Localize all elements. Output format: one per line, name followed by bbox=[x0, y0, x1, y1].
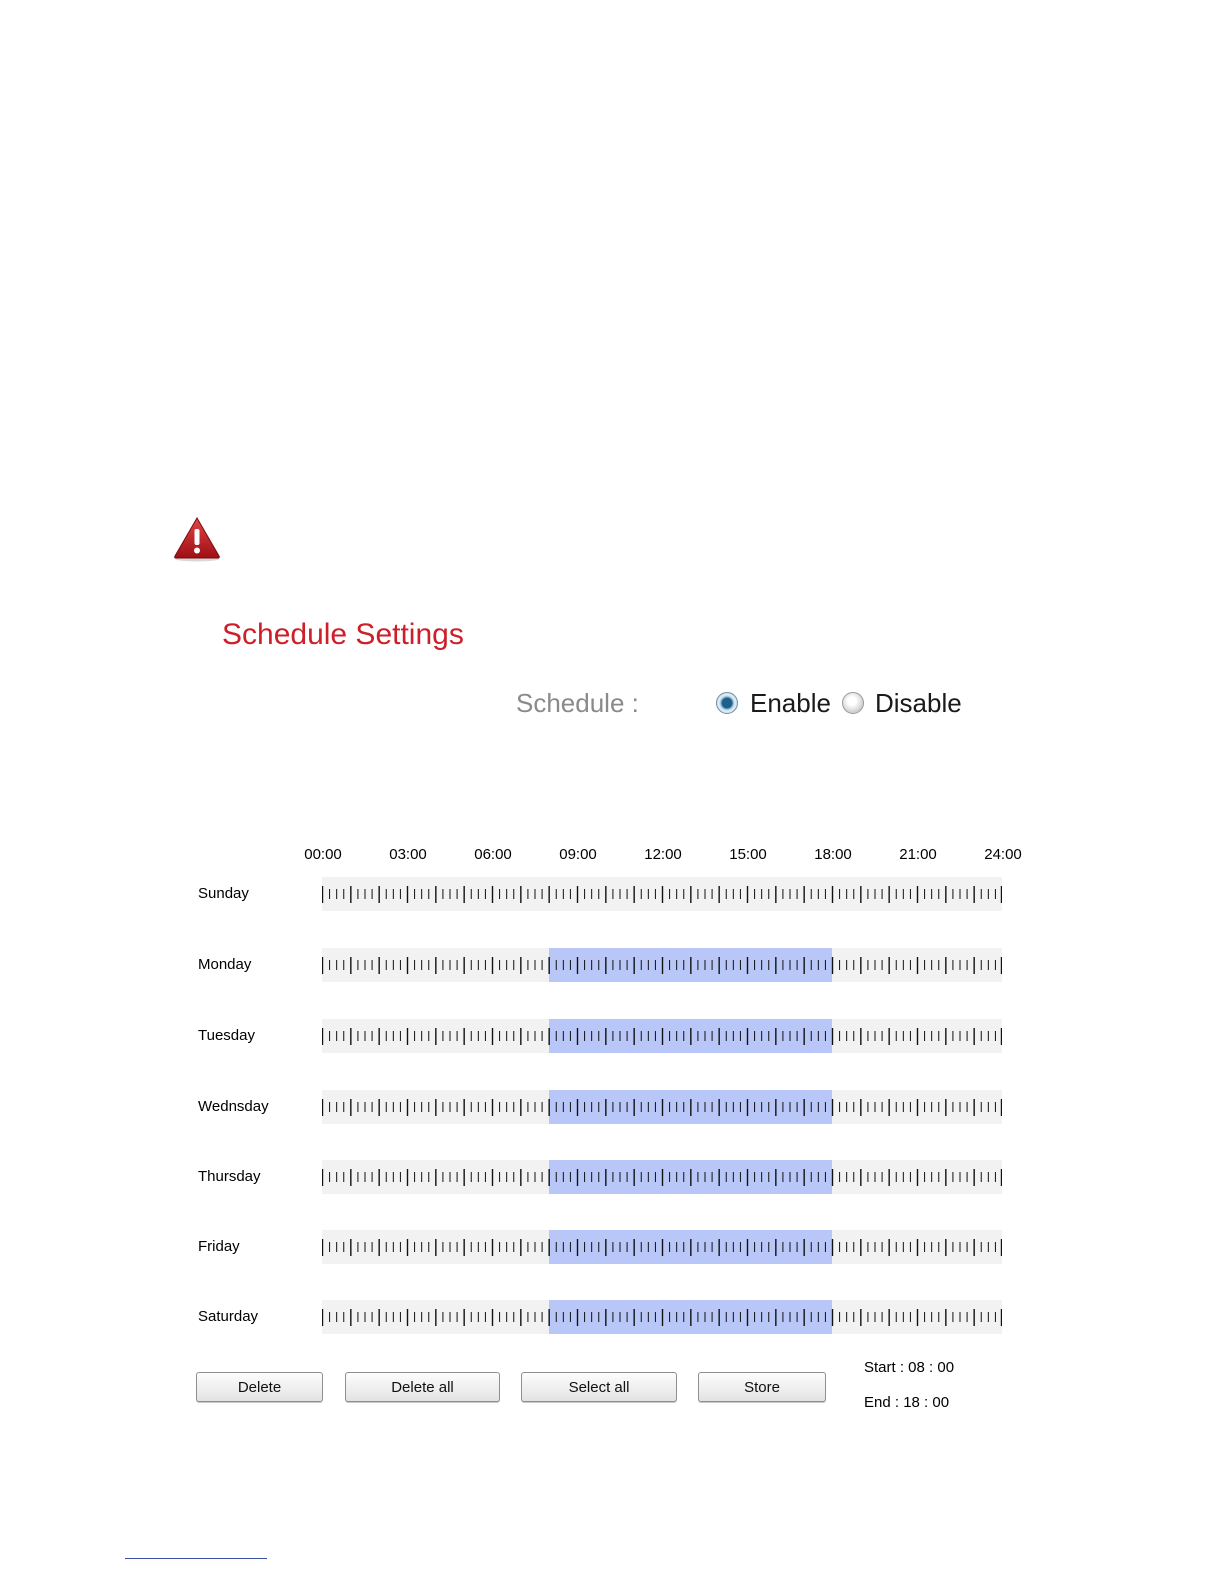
day-label-wednesday: Wednsday bbox=[198, 1098, 269, 1115]
delete-button[interactable]: Delete bbox=[196, 1372, 323, 1402]
footer-link-underline bbox=[125, 1558, 267, 1559]
hour-label: 18:00 bbox=[814, 846, 852, 863]
hour-label: 03:00 bbox=[389, 846, 427, 863]
day-timeline-sunday[interactable] bbox=[322, 877, 1002, 911]
disable-radio-label[interactable]: Disable bbox=[875, 688, 962, 719]
hour-label: 00:00 bbox=[304, 846, 342, 863]
time-ticks bbox=[322, 1239, 1002, 1256]
select-all-button[interactable]: Select all bbox=[521, 1372, 677, 1402]
time-ticks bbox=[322, 1309, 1002, 1326]
enable-radio[interactable] bbox=[716, 692, 738, 714]
day-timeline-saturday[interactable] bbox=[322, 1300, 1002, 1334]
day-label-friday: Friday bbox=[198, 1238, 240, 1255]
page-title: Schedule Settings bbox=[222, 618, 464, 651]
hour-label: 15:00 bbox=[729, 846, 767, 863]
day-label-thursday: Thursday bbox=[198, 1168, 261, 1185]
enable-radio-label[interactable]: Enable bbox=[750, 688, 831, 719]
end-time-text: End : 18 : 00 bbox=[864, 1394, 950, 1411]
start-time-text: Start : 08 : 00 bbox=[864, 1359, 955, 1376]
warning-triangle-icon bbox=[174, 517, 220, 562]
hour-label: 21:00 bbox=[899, 846, 937, 863]
time-ticks bbox=[322, 957, 1002, 974]
hour-label: 12:00 bbox=[644, 846, 682, 863]
hour-label: 24:00 bbox=[984, 846, 1022, 863]
time-ticks bbox=[322, 1169, 1002, 1186]
day-timeline-wednesday[interactable] bbox=[322, 1090, 1002, 1124]
day-label-monday: Monday bbox=[198, 956, 252, 973]
day-timeline-monday[interactable] bbox=[322, 948, 1002, 982]
day-timeline-friday[interactable] bbox=[322, 1230, 1002, 1264]
time-ticks bbox=[322, 1028, 1002, 1045]
day-timeline-tuesday[interactable] bbox=[322, 1019, 1002, 1053]
day-label-sunday: Sunday bbox=[198, 885, 249, 902]
day-label-saturday: Saturday bbox=[198, 1308, 259, 1325]
time-ticks bbox=[322, 1099, 1002, 1116]
delete-all-button[interactable]: Delete all bbox=[345, 1372, 500, 1402]
store-button[interactable]: Store bbox=[698, 1372, 826, 1402]
day-timeline-thursday[interactable] bbox=[322, 1160, 1002, 1194]
hour-label: 09:00 bbox=[559, 846, 597, 863]
day-label-tuesday: Tuesday bbox=[198, 1027, 255, 1044]
time-ticks bbox=[322, 886, 1002, 903]
schedule-label: Schedule : bbox=[516, 688, 639, 718]
disable-radio[interactable] bbox=[842, 692, 864, 714]
hour-label: 06:00 bbox=[474, 846, 512, 863]
